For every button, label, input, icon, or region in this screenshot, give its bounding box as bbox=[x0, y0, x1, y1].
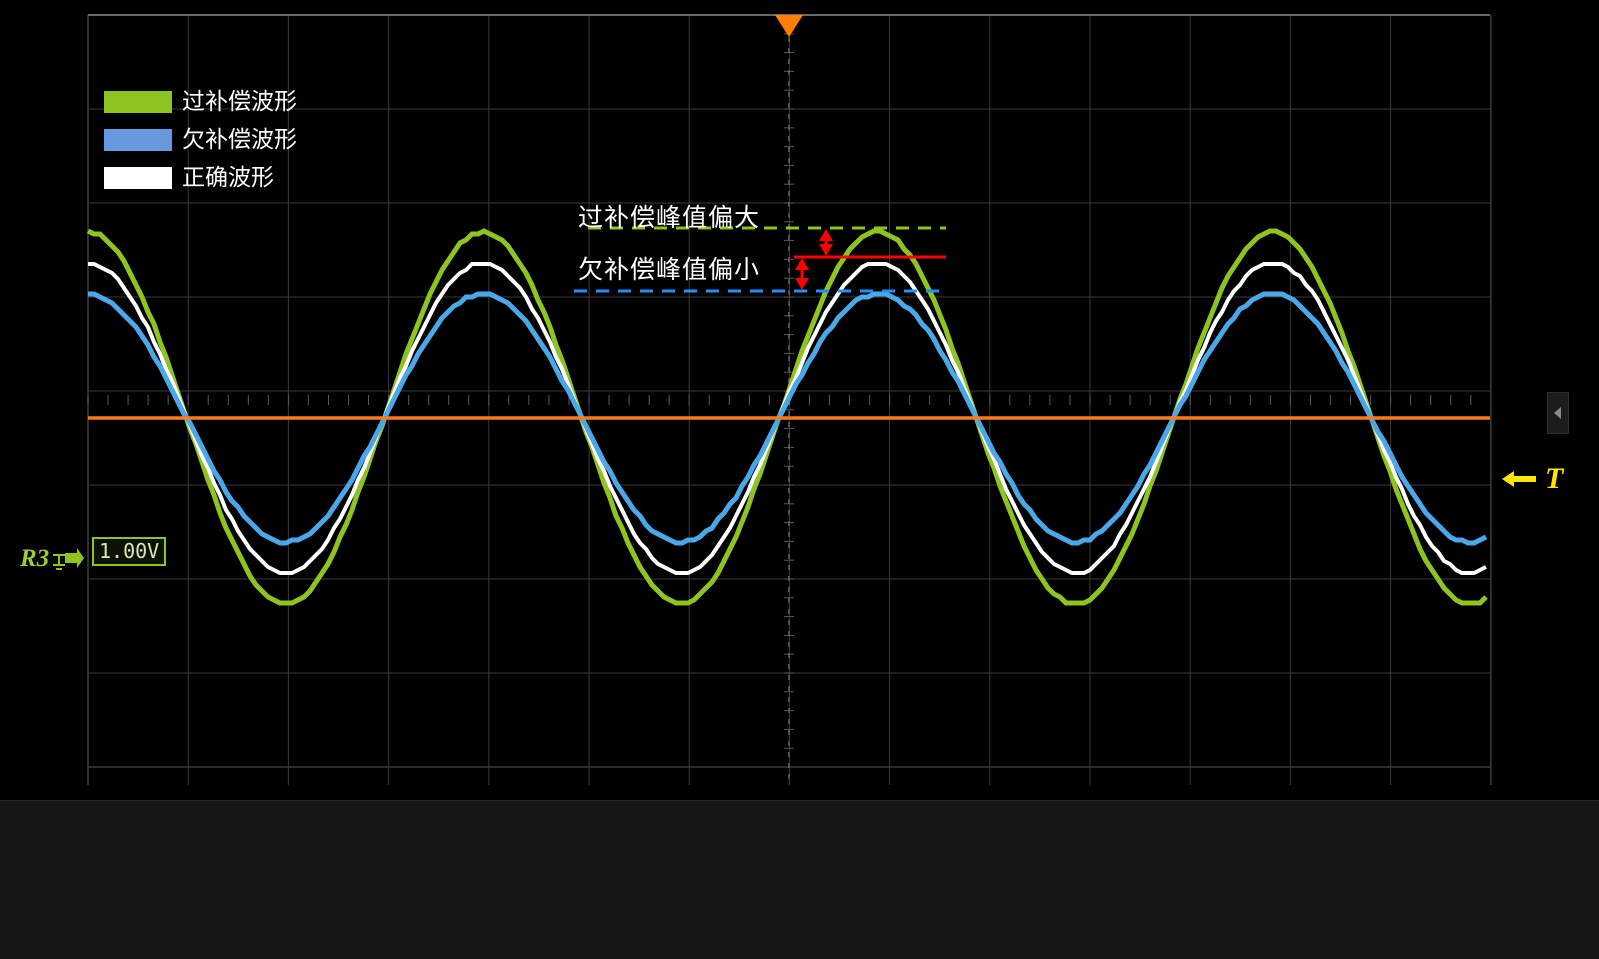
waveform-display[interactable]: 过补偿波形 欠补偿波形 正确波形 过补偿峰值偏大 欠补偿峰值偏小 R3 1.00… bbox=[0, 0, 1599, 800]
legend-item: 过补偿波形 bbox=[104, 88, 297, 116]
status-bar: ® 1 Closed - -- -:- 2 Closed - -- -:- 3 … bbox=[0, 800, 1599, 959]
volts-per-div-badge[interactable]: 1.00V bbox=[92, 537, 166, 566]
legend-item-label: 正确波形 bbox=[182, 165, 274, 191]
left-arrow-icon bbox=[1500, 466, 1540, 492]
chevron-left-icon bbox=[1552, 405, 1564, 421]
legend-item: 欠补偿波形 bbox=[104, 126, 297, 154]
ground-arrow-icon bbox=[51, 545, 85, 573]
legend-item-label: 欠补偿波形 bbox=[182, 127, 297, 153]
legend-item-label: 过补偿波形 bbox=[182, 89, 297, 115]
over-compensation-callout: 过补偿峰值偏大 bbox=[578, 198, 760, 234]
trigger-level-marker[interactable]: T bbox=[1500, 462, 1563, 496]
trigger-level-label: T bbox=[1545, 462, 1563, 496]
green-swatch bbox=[104, 91, 172, 113]
channel-reference-marker[interactable]: R3 bbox=[20, 545, 85, 573]
legend: 过补偿波形 欠补偿波形 正确波形 bbox=[104, 88, 297, 192]
blue-swatch bbox=[104, 129, 172, 151]
legend-item: 正确波形 bbox=[104, 164, 297, 192]
reference-label: R3 bbox=[20, 545, 49, 573]
oscilloscope-screen: 过补偿波形 欠补偿波形 正确波形 过补偿峰值偏大 欠补偿峰值偏小 R3 1.00… bbox=[0, 0, 1599, 959]
under-compensation-callout: 欠补偿峰值偏小 bbox=[578, 250, 760, 286]
white-swatch bbox=[104, 167, 172, 189]
panel-collapse-button[interactable] bbox=[1547, 392, 1569, 434]
